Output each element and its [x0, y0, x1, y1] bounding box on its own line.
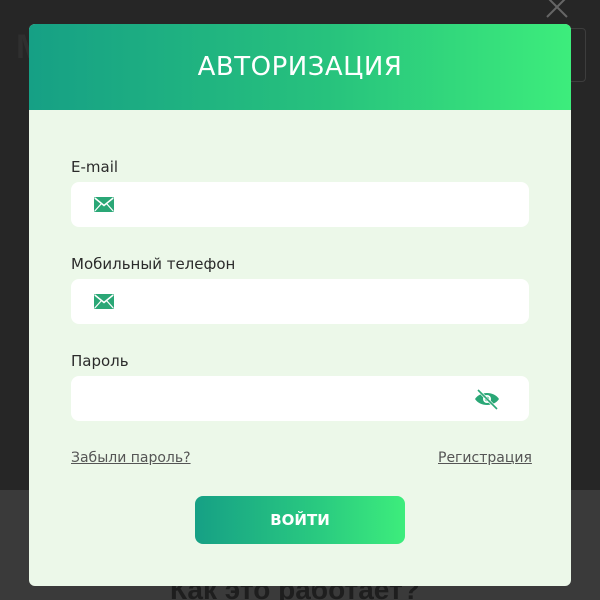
login-modal: АВТОРИЗАЦИЯ E-mail Мобильный телефон Пар… — [29, 24, 571, 586]
register-link[interactable]: Регистрация — [438, 450, 532, 466]
modal-title: АВТОРИЗАЦИЯ — [197, 52, 403, 82]
email-input[interactable] — [131, 182, 471, 227]
email-label: E-mail — [71, 158, 119, 176]
email-field-box — [71, 182, 529, 227]
password-label: Пароль — [71, 352, 129, 370]
phone-field-box — [71, 279, 529, 324]
password-field-box — [71, 376, 529, 421]
envelope-icon — [94, 294, 114, 309]
eye-slash-icon[interactable] — [473, 388, 501, 410]
modal-header: АВТОРИЗАЦИЯ — [29, 24, 571, 110]
phone-label: Мобильный телефон — [71, 255, 236, 273]
phone-input[interactable] — [131, 279, 471, 324]
forgot-password-link[interactable]: Забыли пароль? — [71, 450, 191, 466]
password-input[interactable] — [87, 376, 467, 421]
envelope-icon — [94, 197, 114, 212]
close-icon[interactable] — [544, 0, 570, 20]
login-button[interactable]: ВОЙТИ — [195, 496, 405, 544]
